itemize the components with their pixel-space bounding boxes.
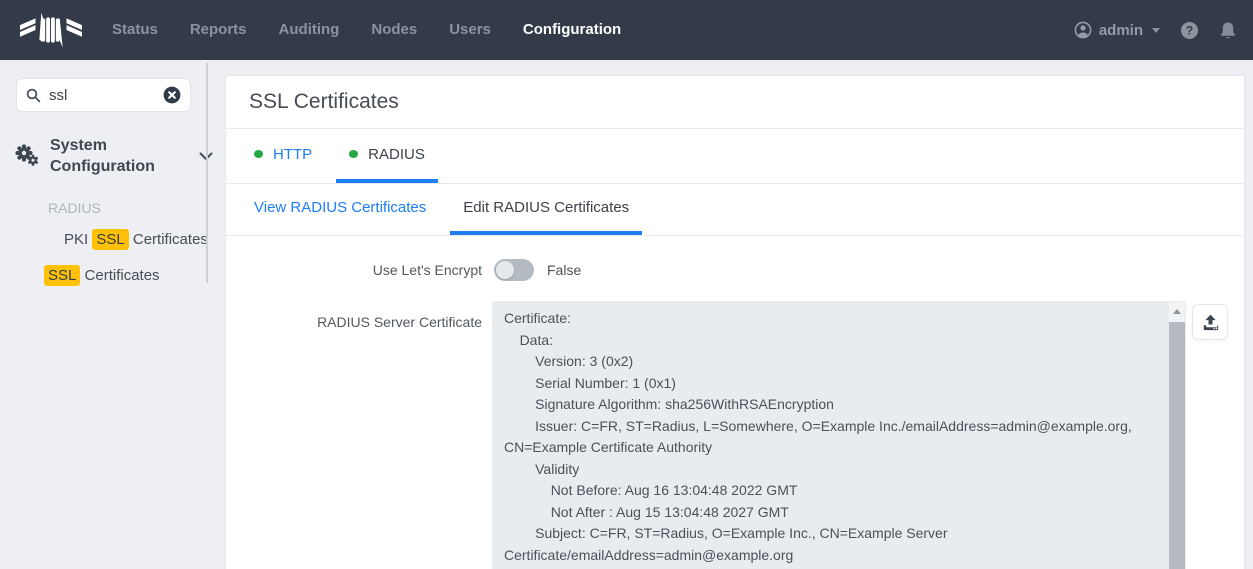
- scroll-up-button[interactable]: [1169, 302, 1185, 321]
- main-content-card: SSL Certificates HTTP RADIUS View RADIUS…: [225, 75, 1245, 569]
- sidebar-group-system-configuration[interactable]: System Configuration: [14, 135, 213, 177]
- question-circle-icon: ?: [1180, 21, 1199, 40]
- nav-item-configuration[interactable]: Configuration: [507, 0, 637, 60]
- sidebar: System Configuration RADIUS PKI SSL Cert…: [0, 60, 225, 569]
- bell-icon: [1219, 21, 1237, 40]
- search-highlight: SSL: [92, 229, 128, 250]
- lets-encrypt-toggle[interactable]: [494, 259, 534, 281]
- server-certificate-label: RADIUS Server Certificate: [226, 301, 482, 569]
- tab-radius[interactable]: RADIUS: [336, 129, 438, 183]
- nav-item-users[interactable]: Users: [433, 0, 507, 60]
- search-highlight: SSL: [44, 265, 80, 286]
- main-navigation: Status Reports Auditing Nodes Users Conf…: [96, 0, 637, 60]
- help-button[interactable]: ?: [1180, 21, 1199, 40]
- edit-certificates-form: Use Let's Encrypt False RADIUS Server Ce…: [226, 236, 1244, 569]
- lets-encrypt-row: Use Let's Encrypt False: [226, 254, 1244, 286]
- sidebar-group-label: System Configuration: [50, 135, 182, 177]
- nav-item-status[interactable]: Status: [96, 0, 174, 60]
- packetfence-logo[interactable]: [20, 10, 82, 50]
- scroll-up-arrow-icon: [1173, 309, 1181, 314]
- user-menu[interactable]: admin: [1074, 21, 1160, 39]
- item-text-suffix: Certificates: [129, 231, 208, 248]
- subtab-edit-radius-certificates[interactable]: Edit RADIUS Certificates: [450, 184, 642, 235]
- card-header: SSL Certificates: [226, 76, 1244, 129]
- sidebar-scrollbar[interactable]: [206, 63, 208, 283]
- top-navbar: Status Reports Auditing Nodes Users Conf…: [0, 0, 1253, 60]
- nav-item-nodes[interactable]: Nodes: [355, 0, 433, 60]
- nav-item-auditing[interactable]: Auditing: [263, 0, 356, 60]
- caret-down-icon: [1152, 28, 1160, 33]
- user-label: admin: [1099, 22, 1143, 39]
- person-circle-icon: [1074, 21, 1092, 39]
- radius-server-certificate-textarea[interactable]: Certificate: Data: Version: 3 (0x2) Seri…: [492, 301, 1186, 569]
- search-input[interactable]: [49, 87, 163, 104]
- search-icon: [26, 88, 41, 103]
- packetfence-logo-icon: [20, 10, 82, 50]
- tab-label: HTTP: [273, 146, 312, 163]
- certificate-tabs: HTTP RADIUS: [226, 129, 1244, 184]
- toggle-knob: [496, 261, 514, 279]
- subtab-view-radius-certificates[interactable]: View RADIUS Certificates: [241, 184, 439, 235]
- notifications-button[interactable]: [1219, 21, 1237, 40]
- item-text-suffix: Certificates: [80, 267, 159, 284]
- navbar-right: admin ?: [1074, 21, 1253, 40]
- tab-label: RADIUS: [368, 146, 425, 163]
- lets-encrypt-value: False: [547, 262, 581, 278]
- sidebar-item-pki-ssl-certificates[interactable]: PKI SSL Certificates: [64, 231, 225, 248]
- item-text-prefix: PKI: [64, 231, 92, 248]
- upload-certificate-button[interactable]: [1192, 304, 1228, 340]
- certificate-scrollbar: [1169, 302, 1185, 569]
- status-dot-icon: [349, 150, 358, 158]
- gears-icon: [14, 143, 40, 169]
- page-title: SSL Certificates: [249, 90, 1221, 114]
- tab-http[interactable]: HTTP: [241, 129, 325, 183]
- sidebar-section-radius: RADIUS: [48, 200, 225, 216]
- scrollbar-thumb[interactable]: [1169, 322, 1185, 569]
- upload-icon: [1201, 313, 1220, 332]
- status-dot-icon: [254, 150, 263, 158]
- clear-circle-icon: [163, 86, 181, 104]
- sidebar-item-ssl-certificates[interactable]: SSL Certificates: [44, 267, 225, 284]
- radius-subtabs: View RADIUS Certificates Edit RADIUS Cer…: [226, 184, 1244, 236]
- lets-encrypt-label: Use Let's Encrypt: [226, 262, 482, 278]
- server-certificate-row: RADIUS Server Certificate Certificate: D…: [226, 301, 1244, 569]
- svg-text:?: ?: [1186, 23, 1193, 37]
- nav-item-reports[interactable]: Reports: [174, 0, 263, 60]
- clear-search-button[interactable]: [163, 86, 181, 104]
- sidebar-search-box: [16, 78, 191, 112]
- server-certificate-field: Certificate: Data: Version: 3 (0x2) Seri…: [492, 301, 1186, 569]
